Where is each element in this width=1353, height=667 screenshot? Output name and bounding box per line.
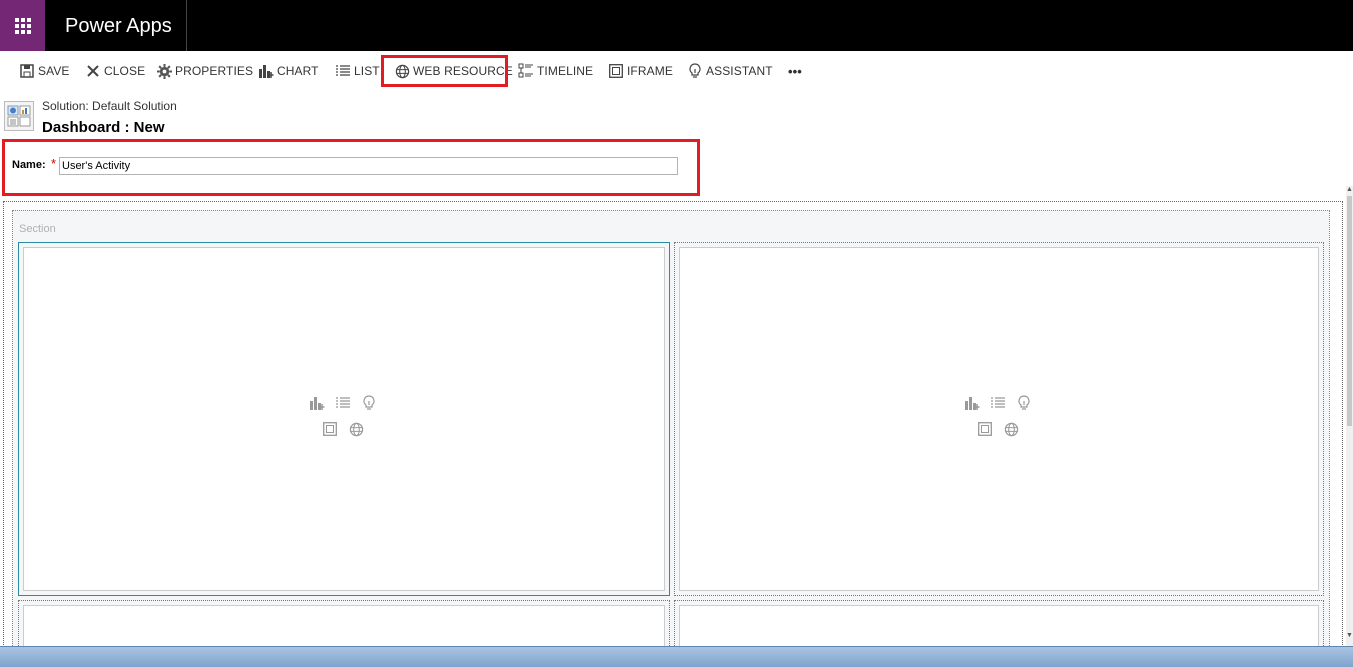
scroll-up-arrow-icon[interactable]: ▲ <box>1346 186 1353 193</box>
gear-icon <box>156 63 172 79</box>
save-label: SAVE <box>38 64 70 78</box>
list-button[interactable]: LIST <box>335 61 380 81</box>
chart-icon <box>258 63 274 79</box>
taskbar <box>0 646 1353 667</box>
assistant-button[interactable]: ASSISTANT <box>687 61 773 81</box>
page-title: Dashboard : New <box>42 119 165 136</box>
web-resource-icon[interactable] <box>1003 421 1019 437</box>
assistant-label: ASSISTANT <box>706 64 773 78</box>
properties-button[interactable]: PROPERTIES <box>156 61 253 81</box>
close-button[interactable]: CLOSE <box>85 61 145 81</box>
more-commands-button[interactable]: ••• <box>788 61 802 81</box>
add-component-icons <box>309 395 377 437</box>
chart-label: CHART <box>277 64 319 78</box>
more-icon: ••• <box>788 63 802 79</box>
name-label: Name: <box>12 159 46 171</box>
assistant-icon[interactable] <box>361 395 377 411</box>
iframe-icon[interactable] <box>322 421 338 437</box>
lightbulb-icon <box>687 63 703 79</box>
timeline-label: TIMELINE <box>537 64 594 78</box>
save-icon <box>19 63 35 79</box>
web-resource-highlight <box>381 55 508 87</box>
app-title[interactable]: Power Apps <box>65 15 172 38</box>
iframe-icon <box>608 63 624 79</box>
iframe-label: IFRAME <box>627 64 673 78</box>
list-icon <box>335 63 351 79</box>
name-input[interactable] <box>59 157 678 175</box>
chart-icon[interactable] <box>309 395 325 411</box>
dashboard-icon <box>4 101 34 131</box>
list-icon[interactable] <box>335 395 351 411</box>
solution-name: Solution: Default Solution <box>42 99 177 113</box>
chart-icon[interactable] <box>964 395 980 411</box>
add-component-icons <box>964 395 1032 437</box>
waffle-icon <box>14 17 31 34</box>
scrollbar-thumb[interactable] <box>1347 196 1352 426</box>
iframe-button[interactable]: IFRAME <box>608 61 673 81</box>
timeline-button[interactable]: TIMELINE <box>518 61 593 81</box>
app-launcher-button[interactable] <box>0 0 45 51</box>
iframe-icon[interactable] <box>977 421 993 437</box>
list-icon[interactable] <box>990 395 1006 411</box>
chart-button[interactable]: CHART <box>258 61 319 81</box>
list-label: LIST <box>354 64 380 78</box>
scroll-down-arrow-icon[interactable]: ▼ <box>1346 632 1353 639</box>
command-bar: SAVE CLOSE PROPERTIES CHART LIST WEB RES… <box>0 51 1353 89</box>
header-divider <box>186 0 187 51</box>
app-header: Power Apps <box>0 0 1353 51</box>
section-label: Section <box>19 223 56 235</box>
timeline-icon <box>518 63 534 79</box>
web-resource-icon[interactable] <box>348 421 364 437</box>
close-icon <box>85 63 101 79</box>
close-label: CLOSE <box>104 64 146 78</box>
required-indicator: * <box>51 156 57 171</box>
properties-label: PROPERTIES <box>175 64 254 78</box>
assistant-icon[interactable] <box>1016 395 1032 411</box>
component-cell-top-right[interactable] <box>674 242 1324 596</box>
component-cell-top-left[interactable] <box>18 242 670 596</box>
save-button[interactable]: SAVE <box>19 61 70 81</box>
